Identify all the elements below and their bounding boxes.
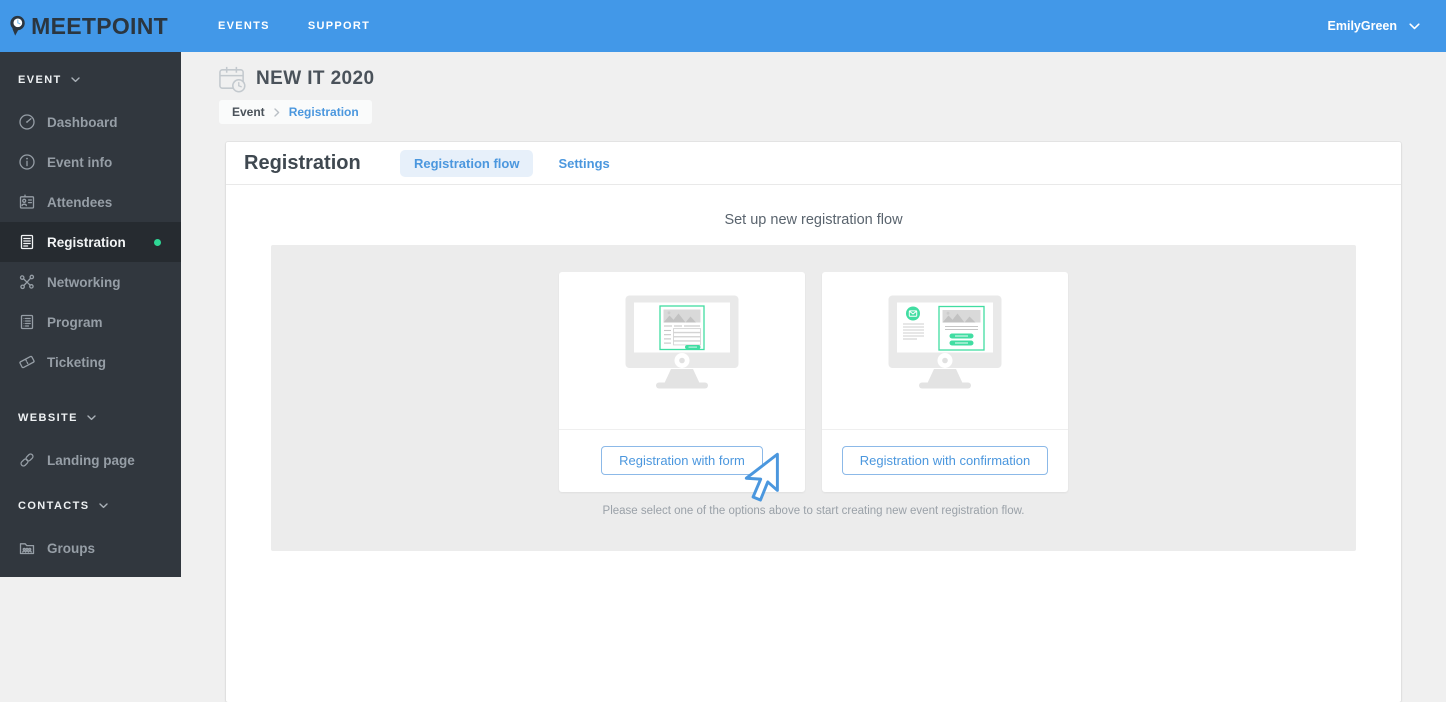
- user-name: EmilyGreen: [1327, 19, 1397, 33]
- nav-events[interactable]: EVENTS: [218, 20, 270, 32]
- sidebar-item-label: Attendees: [47, 194, 113, 210]
- monitor-form-icon: [625, 295, 739, 389]
- brand-meet: MEET: [31, 12, 97, 39]
- top-navigation: EVENTS SUPPORT: [218, 20, 370, 32]
- sidebar-section-contacts[interactable]: CONTACTS: [0, 494, 181, 518]
- sidebar-item-label: Program: [47, 314, 103, 330]
- sidebar-section-contacts-label: CONTACTS: [18, 500, 90, 512]
- calendar-clock-icon: [219, 66, 246, 93]
- ticket-icon: [19, 355, 35, 369]
- breadcrumb-registration[interactable]: Registration: [289, 105, 359, 119]
- link-icon: [20, 453, 34, 467]
- sidebar-item-dashboard[interactable]: Dashboard: [0, 102, 181, 142]
- registration-with-confirmation-button[interactable]: Registration with confirmation: [841, 446, 1049, 475]
- monitor-with-confirmation-email-illustration: [822, 272, 1068, 430]
- info-circle-icon: [19, 154, 35, 170]
- registration-card-header: Registration Registration flow Settings: [226, 142, 1401, 185]
- registration-tabs: Registration flow Settings: [400, 149, 624, 177]
- meetpoint-logo[interactable]: MEETPOINT: [8, 4, 168, 48]
- event-header: NEW IT 2020 Event Registration: [218, 65, 374, 124]
- option-card-registration-confirmation[interactable]: Registration with confirmation: [822, 272, 1068, 492]
- sidebar-item-label: Ticketing: [47, 354, 107, 370]
- registration-card: Registration Registration flow Settings …: [226, 142, 1401, 702]
- chevron-right-icon: [273, 107, 279, 117]
- sidebar-item-registration[interactable]: Registration: [0, 222, 181, 262]
- sidebar-item-attendees[interactable]: Attendees: [0, 182, 181, 222]
- form-document-icon: [20, 234, 34, 250]
- sidebar-item-program[interactable]: Program: [0, 302, 181, 342]
- monitor-confirmation-icon: [888, 295, 1002, 389]
- sidebar-section-website[interactable]: WEBSITE: [0, 406, 181, 430]
- monitor-with-registration-form-illustration: [559, 272, 805, 430]
- sidebar-item-networking[interactable]: Networking: [0, 262, 181, 302]
- topbar: MEETPOINT EVENTS SUPPORT EmilyGreen: [0, 0, 1446, 52]
- sidebar-item-event-info[interactable]: Event info: [0, 142, 181, 182]
- helper-text: Please select one of the options above t…: [602, 505, 1025, 517]
- sidebar-item-landing-page[interactable]: Landing page: [0, 440, 181, 480]
- folder-people-icon: [19, 543, 35, 555]
- sidebar-item-label: Networking: [47, 274, 121, 290]
- user-menu[interactable]: EmilyGreen: [1328, 19, 1420, 33]
- id-card-icon: [19, 194, 35, 209]
- nav-support[interactable]: SUPPORT: [308, 20, 370, 32]
- tab-settings[interactable]: Settings: [544, 150, 623, 177]
- chevron-down-icon: [1409, 22, 1420, 29]
- sidebar-item-ticketing[interactable]: Ticketing: [0, 342, 181, 382]
- brand-wordmark: MEETPOINT: [31, 13, 168, 40]
- event-title: NEW IT 2020: [256, 68, 375, 89]
- network-nodes-icon: [19, 274, 35, 290]
- main-content: NEW IT 2020 Event Registration Registrat…: [181, 52, 1446, 702]
- sidebar-item-groups[interactable]: Groups: [0, 528, 181, 568]
- sidebar-item-label: Landing page: [47, 452, 135, 468]
- registration-active-dot: [154, 238, 161, 246]
- sidebar-item-label: Event info: [47, 154, 113, 170]
- setup-subtitle: Set up new registration flow: [724, 212, 903, 228]
- registration-with-form-button[interactable]: Registration with form: [601, 446, 763, 475]
- breadcrumb-event[interactable]: Event: [232, 105, 265, 119]
- sidebar: EVENT Dashboard Event info Attendees Reg…: [0, 52, 181, 577]
- brand-point: POINT: [96, 12, 168, 39]
- sidebar-item-label: Registration: [47, 234, 126, 250]
- sidebar-item-label: Dashboard: [47, 114, 118, 130]
- tab-registration-flow[interactable]: Registration flow: [400, 149, 534, 177]
- sidebar-section-event-label: EVENT: [18, 74, 62, 86]
- meetpoint-pin-clock-icon: [10, 15, 25, 36]
- breadcrumb: Event Registration: [219, 100, 372, 124]
- sidebar-section-website-label: WEBSITE: [18, 412, 78, 424]
- dashboard-gauge-icon: [19, 114, 35, 130]
- sidebar-item-label: Groups: [47, 540, 96, 556]
- list-document-icon: [20, 314, 34, 330]
- chevron-down-icon: [98, 503, 108, 509]
- chevron-down-icon: [70, 77, 80, 83]
- card-title: Registration: [244, 151, 361, 174]
- flow-options-panel: Registration with form Registration with…: [271, 245, 1356, 551]
- sidebar-section-event[interactable]: EVENT: [0, 68, 181, 92]
- option-card-registration-form[interactable]: Registration with form: [559, 272, 805, 492]
- chevron-down-icon: [87, 415, 96, 421]
- sidebar-item-partial[interactable]: [0, 568, 181, 577]
